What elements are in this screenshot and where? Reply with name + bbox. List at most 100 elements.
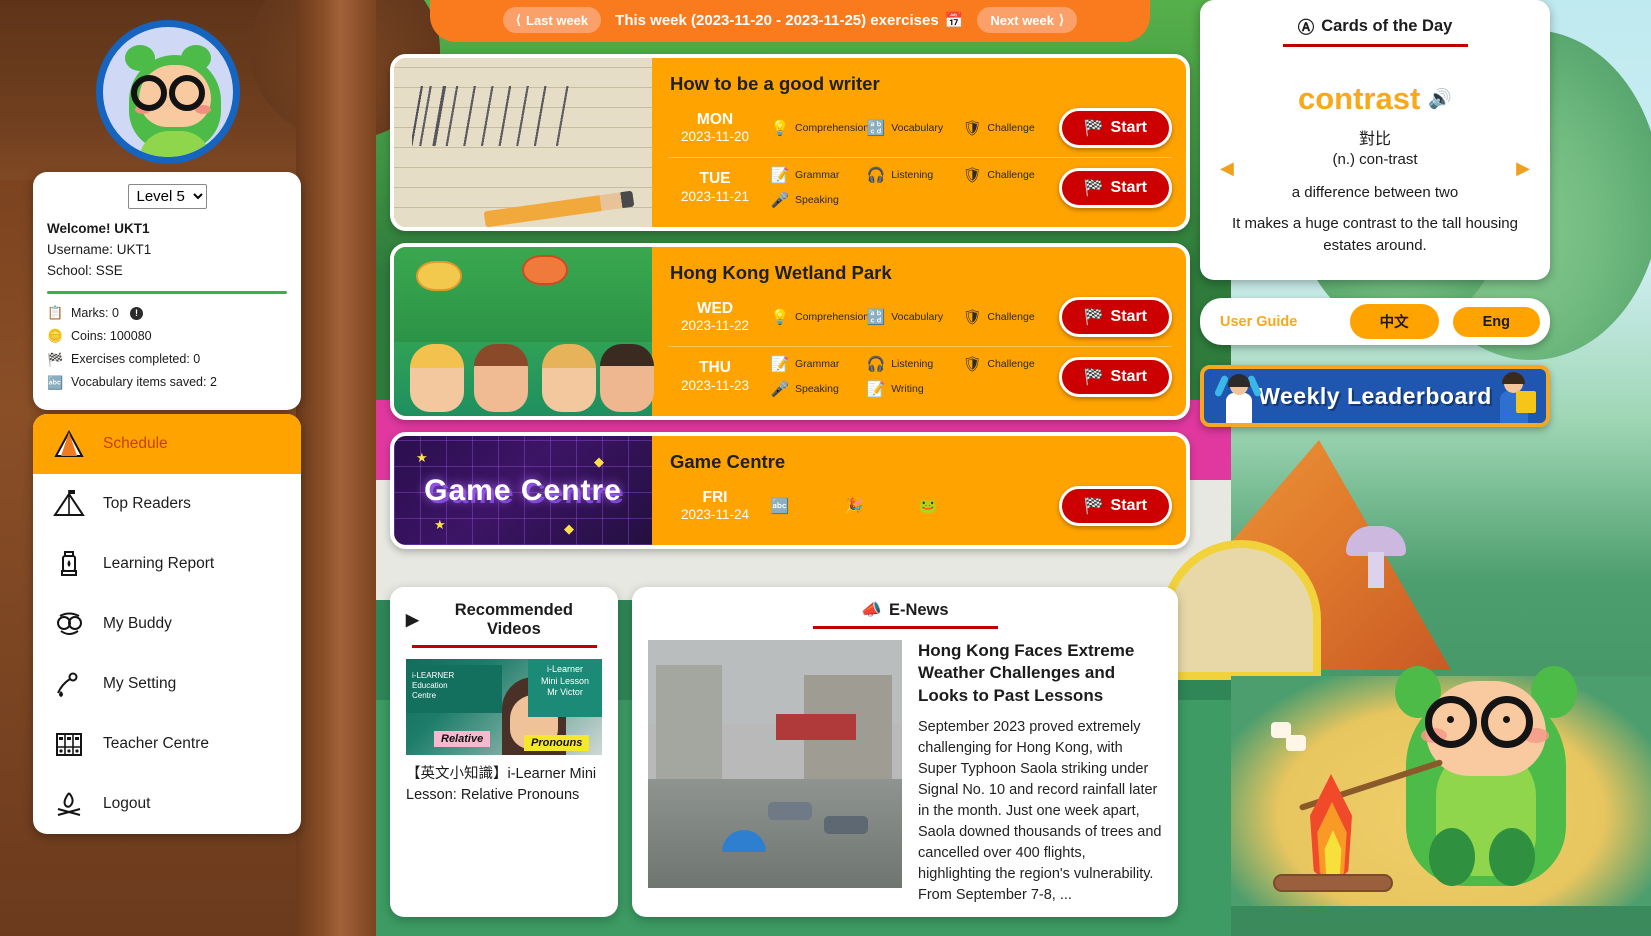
video-series-line1: i-Learner [546, 664, 584, 674]
exercise-thumbnail[interactable] [394, 247, 654, 416]
day-date-block: WED 2023-11-22 [668, 299, 762, 335]
user-info-card: Level 1Level 2Level 3Level 4Level 5Level… [33, 172, 301, 411]
video-logo-line2: Education [412, 681, 448, 690]
listening-headphones-icon: 🎧 [866, 356, 886, 373]
activity-tag[interactable]: 🎧 Listening [866, 354, 962, 374]
recommended-videos-panel: ▶ Recommended Videos i-LEARNER Education… [390, 587, 618, 917]
start-button[interactable]: 🏁 Start [1058, 486, 1172, 526]
user-guide-chinese-button[interactable]: 中文 [1349, 304, 1439, 339]
sidebar-item-logout[interactable]: Logout [33, 774, 301, 834]
activity-tag[interactable]: 💡 Comprehension [770, 307, 869, 327]
video-series-line2: Mini Lesson [540, 675, 590, 686]
sidebar-item-my-setting[interactable]: My Setting [33, 654, 301, 714]
challenge-shield-icon: 🛡 [962, 356, 982, 373]
activity-tag[interactable]: 🛡 Challenge [962, 307, 1058, 327]
stat-label: Marks: 0 [71, 305, 119, 320]
cards-panel-title: Cards of the Day [1321, 16, 1453, 35]
grammar-icon: 📝 [770, 167, 790, 184]
video-thumbnail[interactable]: i-LEARNER Education Centre i-Learner Min… [406, 659, 602, 755]
prev-card-button[interactable]: ◀ [1220, 158, 1234, 179]
start-button[interactable]: 🏁 Start [1058, 356, 1172, 397]
activity-tag[interactable]: 🛡 Challenge [962, 165, 1058, 185]
activity-tag[interactable]: 🎤 Speaking [770, 190, 866, 210]
sidebar-item-my-buddy[interactable]: My Buddy [33, 594, 301, 654]
exercise-card: Game Centre ★ ◆ ★ ◆ Game Centre FRI 2023-11-24 🔤… [390, 432, 1190, 549]
videos-panel-header: ▶ Recommended Videos [406, 601, 602, 645]
right-sidebar: Ⓐ Cards of the Day ◀ ▶ contrast 🔊 對比 (n.… [1200, 0, 1550, 427]
sidebar-item-label: Schedule [103, 435, 168, 452]
day-name: MON [696, 110, 734, 128]
day-date: 2023-11-22 [680, 318, 750, 334]
videos-panel-title: Recommended Videos [454, 601, 573, 638]
video-logo: i-LEARNER Education Centre [406, 665, 502, 713]
activity-tag-list: 📝 Grammar 🎧 Listening 🛡 Challenge 🎤 Speaking [762, 165, 1059, 210]
next-card-button[interactable]: ▶ [1516, 158, 1530, 179]
checklist-icon: 📋 [47, 305, 64, 321]
activity-tag[interactable]: 🎧 Listening [866, 165, 962, 185]
next-week-label: Next week [990, 12, 1054, 28]
child-illustration [410, 344, 464, 412]
activity-tag[interactable]: 🎉 [844, 496, 864, 516]
sidebar-item-top-readers[interactable]: Top Readers [33, 474, 301, 534]
checkered-flag-icon: 🏁 [1083, 179, 1104, 197]
vocabulary-blocks-icon: 🔡 [866, 120, 886, 137]
exercise-day-row: MON 2023-11-20 💡 Comprehension 🔡 Vocabulary 🛡 C… [668, 99, 1172, 157]
video-caption[interactable]: 【英文小知識】i-Learner Mini Lesson: Relative P… [406, 764, 602, 806]
activity-tag[interactable]: 🎤 Speaking [770, 379, 866, 399]
party-popper-icon: 🎉 [844, 498, 864, 515]
level-select[interactable]: Level 1Level 2Level 3Level 4Level 5Level… [127, 184, 207, 209]
info-icon[interactable]: ! [129, 306, 143, 320]
start-button[interactable]: 🏁 Start [1058, 167, 1172, 208]
stat-label: Coins: 100080 [71, 328, 152, 343]
sidebar-item-label: My Buddy [103, 615, 172, 632]
avatar[interactable] [96, 20, 240, 164]
activity-tag[interactable]: 🛡 Challenge [962, 118, 1058, 138]
stat-row: 📋 Marks: 0! [47, 302, 287, 325]
letter-a-card-icon: Ⓐ [1297, 19, 1315, 37]
week-title: This week (2023-11-20 - 2023-11-25) exer… [615, 11, 963, 30]
sidebar-item-learning-report[interactable]: Learning Report [33, 534, 301, 594]
news-headline[interactable]: Hong Kong Faces Extreme Weather Challeng… [918, 640, 1162, 707]
activity-tag[interactable]: 📝 Grammar [770, 165, 866, 185]
speaker-icon[interactable]: 🔊 [1428, 87, 1452, 111]
start-button-label: Start [1110, 308, 1147, 325]
marshmallow-icon-2 [1271, 722, 1291, 738]
activity-tag[interactable]: 🔤 [770, 496, 790, 516]
day-date-block: THU 2023-11-23 [668, 358, 762, 394]
activity-tag[interactable]: 🔡 Vocabulary [866, 307, 962, 327]
activity-tag[interactable]: 📝 Writing [866, 379, 962, 399]
video-series-label: i-Learner Mini Lesson Mr Victor [528, 659, 602, 717]
welcome-text: Welcome! UKT1 [47, 221, 150, 236]
last-week-button[interactable]: ⟨ Last week [502, 7, 602, 33]
sidebar-item-teacher-centre[interactable]: Teacher Centre [33, 714, 301, 774]
speaking-microphone-icon: 🎤 [770, 381, 790, 398]
start-button-label: Start [1110, 119, 1147, 136]
lantern-decoration-2 [522, 255, 568, 285]
day-date: 2023-11-21 [680, 188, 750, 204]
weekly-leaderboard-banner[interactable]: Weekly Leaderboard [1200, 365, 1550, 427]
stat-label: Vocabulary items saved: 2 [71, 375, 217, 390]
exercise-thumbnail[interactable] [394, 58, 652, 227]
exercise-card-list: How to be a good writer MON 2023-11-20 💡 Com… [390, 54, 1190, 549]
sidebar: Level 1Level 2Level 3Level 4Level 5Level… [0, 0, 336, 936]
start-button[interactable]: 🏁 Start [1058, 108, 1172, 148]
vocabulary-blocks-icon: 🔡 [866, 309, 886, 326]
main-content: ⟨ Last week This week (2023-11-20 - 2023… [390, 0, 1190, 917]
user-guide-english-button[interactable]: Eng [1452, 306, 1540, 337]
day-date-block: MON 2023-11-20 [668, 110, 762, 146]
activity-tag[interactable]: 📝 Grammar [770, 354, 866, 374]
exercise-title: How to be a good writer [670, 73, 880, 94]
sidebar-item-schedule[interactable]: Schedule [33, 414, 301, 474]
activity-tag-label: Listening [891, 169, 934, 181]
day-date: 2023-11-24 [680, 507, 750, 523]
activity-tag[interactable]: 🔡 Vocabulary [866, 118, 962, 138]
sidebar-item-label: Teacher Centre [103, 735, 209, 752]
next-week-button[interactable]: Next week ⟩ [977, 7, 1078, 33]
stat-row: 🔤 Vocabulary items saved: 2 [47, 371, 287, 394]
exercise-thumbnail[interactable]: Game Centre ★ ◆ ★ ◆ [394, 436, 652, 545]
exercise-title: Game Centre [670, 451, 786, 472]
activity-tag[interactable]: 🛡 Challenge [962, 354, 1058, 374]
activity-tag[interactable]: 💡 Comprehension [770, 118, 869, 138]
start-button[interactable]: 🏁 Start [1058, 297, 1172, 337]
activity-tag[interactable]: 🐸 [918, 496, 938, 516]
